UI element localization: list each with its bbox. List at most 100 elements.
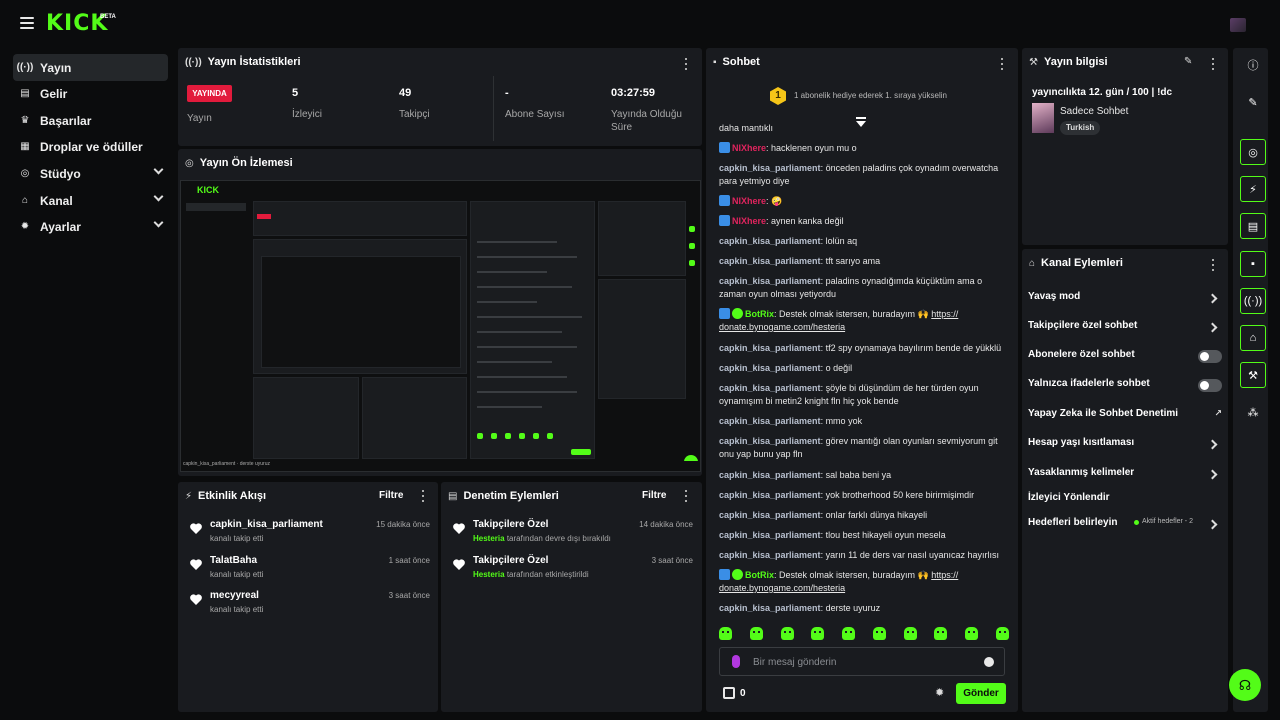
followers-only-row[interactable]: Takipçilere özel sohbet [1028,320,1228,338]
verified-badge-icon [719,569,730,580]
preview-toggle-icon[interactable]: ◎ [1240,139,1266,165]
broadcast-icon[interactable]: ((·)) [1240,288,1266,314]
moderation-item: Takipçilere Özel Hesteria tarafından dev… [453,519,699,551]
chat-icon[interactable]: ▪ [1240,251,1266,277]
sidebar-item-gelir[interactable]: ▤ Gelir [13,80,168,107]
gear-icon[interactable]: ✹ [935,686,944,699]
chat-username[interactable]: capkin_kisa_parliament [719,236,821,246]
more-icon[interactable] [422,490,425,502]
chat-input[interactable]: Bir mesaj gönderin [719,647,1005,676]
chat-username[interactable]: BotRix [745,309,774,319]
sidebar-item-studyo[interactable]: ◎ Stüdyo [13,160,168,187]
sidebar-item-basarilar[interactable]: ♛ Başarılar [13,107,168,134]
chat-text: : yarın 11 de ders var nasıl uyanıcaz ha… [820,550,999,560]
subs-only-toggle[interactable] [1198,350,1222,363]
chat-username[interactable]: capkin_kisa_parliament [719,550,821,560]
tag-pill[interactable]: Turkish [1060,121,1101,135]
goals-row[interactable]: Hedefleri belirleyin Aktif hedefler - 2 [1028,517,1228,535]
menu-icon[interactable] [20,17,34,29]
emote-icon[interactable] [719,627,732,640]
emote-icon[interactable] [995,627,1009,640]
chat-username[interactable]: capkin_kisa_parliament [719,416,821,426]
chat-username[interactable]: capkin_kisa_parliament [719,470,821,480]
chat-text: : lolün aq [820,236,858,246]
activity-user[interactable]: capkin_kisa_parliament [210,519,323,530]
chat-username[interactable]: capkin_kisa_parliament [719,510,821,520]
slow-mode-row[interactable]: Yavaş mod [1028,291,1228,309]
channel-icon[interactable]: ⌂ [1240,325,1266,351]
chat-username[interactable]: capkin_kisa_parliament [719,490,821,500]
more-icon[interactable] [685,490,688,502]
banned-words-row[interactable]: Yasaklanmış kelimeler [1028,467,1228,485]
stream-preview[interactable]: KICK capkin_kisa_parliament · derste uyu… [180,180,701,472]
edit-icon[interactable]: ✎ [1184,56,1192,67]
edit-icon[interactable]: ✎ [1240,89,1266,115]
sidebar-item-kanal[interactable]: ⌂ Kanal [13,187,168,214]
store-icon[interactable] [723,687,735,699]
chat-username[interactable]: NIXhere [732,143,766,153]
user-avatar[interactable] [1230,18,1246,32]
wrench-icon[interactable]: ⚒ [1240,362,1266,388]
heart-icon [190,523,202,534]
emote-icon[interactable] [934,627,948,640]
chat-username[interactable]: NIXhere [732,216,766,226]
chat-username[interactable]: NIXhere [732,196,766,206]
emote-icon[interactable] [780,627,794,640]
chat-username[interactable]: capkin_kisa_parliament [719,603,821,613]
emote-icon[interactable] [749,627,763,640]
chat-text: : Destek olmak istersen, buradayım 🙌 [774,570,932,580]
category-thumbnail[interactable] [1032,103,1054,133]
redirect-row[interactable]: İzleyici Yönlendir [1028,492,1228,510]
chat-username[interactable]: BotRix [745,570,774,580]
account-age-row[interactable]: Hesap yaşı kısıtlaması [1028,437,1228,455]
chat-username[interactable]: capkin_kisa_parliament [719,530,821,540]
activity-user[interactable]: TalatBaha [210,555,257,566]
chat-placeholder: Bir mesaj gönderin [753,657,837,668]
emote-icon[interactable] [903,627,917,640]
ai-moderation-row[interactable]: Yapay Zeka ile Sohbet Denetimi ↗ [1028,408,1228,426]
emote-icon[interactable] [965,627,979,640]
more-icon[interactable] [685,58,688,70]
more-icon[interactable] [1212,58,1215,70]
preview-live-badge [257,214,271,219]
bot-badge-icon [732,569,743,580]
document-icon[interactable]: ▤ [1240,213,1266,239]
chat-username[interactable]: capkin_kisa_parliament [719,256,821,266]
chat-message: capkin_kisa_parliament: o değil [719,362,1009,375]
bolt-icon[interactable]: ⚡ [1240,176,1266,202]
chat-username[interactable]: capkin_kisa_parliament [719,436,821,446]
emote-icon[interactable] [872,627,886,640]
activity-user[interactable]: mecyyreal [210,590,259,601]
sidebar-item-yayin[interactable]: ((·)) Yayın [13,54,168,81]
more-icon[interactable] [1212,259,1215,271]
support-button[interactable]: ☊ [1229,669,1261,701]
category-name[interactable]: Sadece Sohbet [1060,106,1128,117]
emotes-only-toggle[interactable] [1198,379,1222,392]
chat-username[interactable]: capkin_kisa_parliament [719,163,821,173]
preview-line [477,361,552,363]
chat-username[interactable]: capkin_kisa_parliament [719,383,821,393]
microphone-icon[interactable] [732,655,740,668]
preview-rail [689,243,695,249]
info-icon[interactable]: ⓘ [1240,52,1266,78]
wrench-icon: ⚒ [1029,56,1038,68]
layout-icon[interactable]: ⁂ [1240,399,1266,425]
filter-button[interactable]: Filtre [642,490,666,501]
scroll-down-icon[interactable] [854,116,868,128]
send-button[interactable]: Gönder [956,683,1006,704]
emoji-icon[interactable] [984,657,994,667]
sidebar-item-droplar[interactable]: ▦ Droplar ve ödüller [13,133,168,160]
chat-message: capkin_kisa_parliament: lolün aq [719,235,1009,248]
filter-button[interactable]: Filtre [379,490,403,501]
chat-username[interactable]: capkin_kisa_parliament [719,276,821,286]
chat-message: BotRix: Destek olmak istersen, buradayım… [719,569,1009,595]
more-icon[interactable] [1001,58,1004,70]
preview-line [477,376,567,378]
emote-icon[interactable] [842,627,856,640]
moderator-name[interactable]: Hesteria [473,570,505,579]
emote-icon[interactable] [811,627,825,640]
sidebar-item-ayarlar[interactable]: ✹ Ayarlar [13,213,168,240]
moderator-name[interactable]: Hesteria [473,534,505,543]
chat-username[interactable]: capkin_kisa_parliament [719,363,821,373]
chat-username[interactable]: capkin_kisa_parliament [719,343,821,353]
